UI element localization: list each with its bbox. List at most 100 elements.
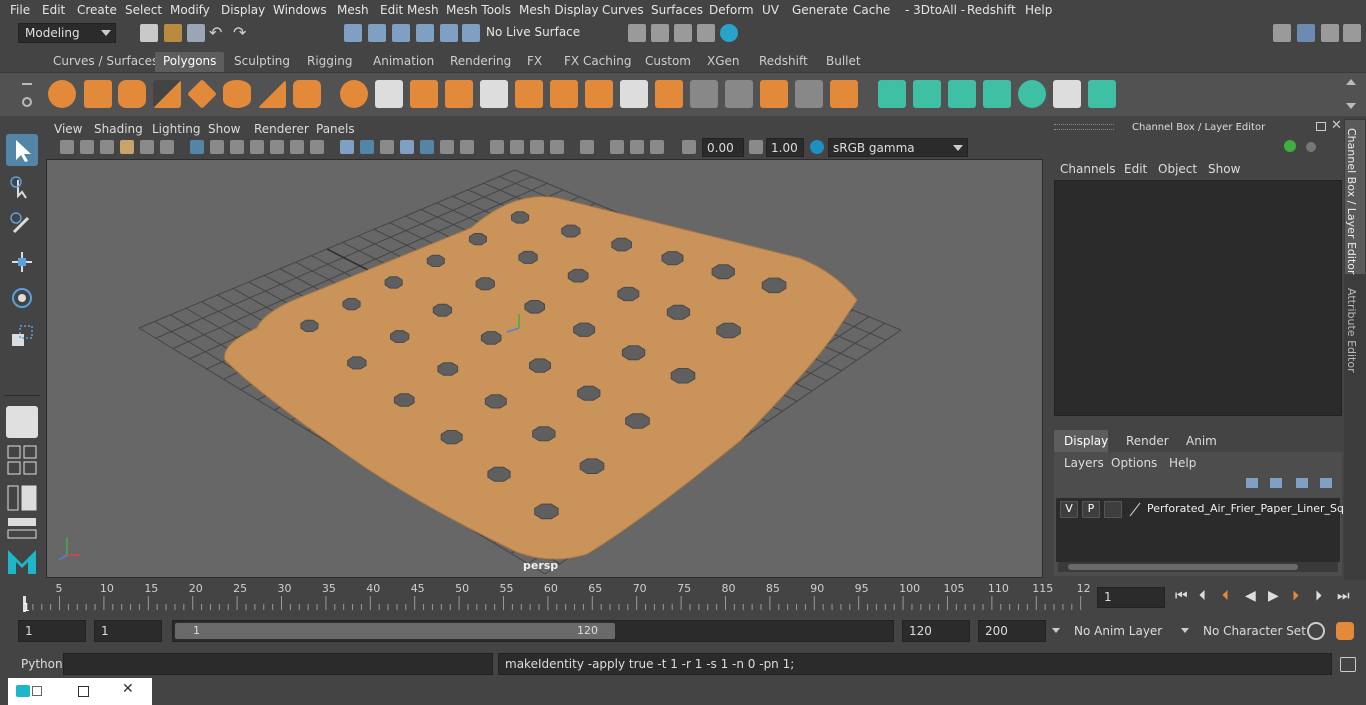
layers-menu[interactable]: Layers — [1064, 456, 1104, 470]
teal-tool-1-icon[interactable] — [878, 80, 906, 108]
object-menu[interactable]: Object — [1158, 162, 1197, 176]
menu-1[interactable]: Edit — [42, 3, 65, 17]
bookmark-icon[interactable] — [100, 140, 114, 154]
poly-cylinder-icon[interactable] — [118, 80, 146, 108]
script-language-label[interactable]: Python — [21, 657, 63, 671]
extrude-icon[interactable] — [480, 80, 508, 108]
options-menu[interactable]: Options — [1111, 456, 1157, 470]
menu-10[interactable]: Mesh Display — [519, 3, 599, 17]
smooth-shade-icon[interactable] — [360, 140, 374, 154]
playback-start-field[interactable]: 1 — [94, 620, 162, 642]
menu-6[interactable]: Windows — [273, 3, 327, 17]
menu-17[interactable]: - 3DtoAll - — [905, 3, 965, 17]
move-layer-down-icon[interactable] — [1270, 478, 1282, 488]
gamma-icon[interactable] — [749, 140, 763, 154]
poly-pyramid-icon[interactable] — [258, 80, 286, 108]
new-layer-selected-icon[interactable] — [1320, 478, 1332, 488]
resolution-gate-icon[interactable] — [230, 140, 244, 154]
ipr-render-icon[interactable] — [674, 24, 692, 42]
time-slider[interactable]: 5 10 15 20 25 30 35 40 45 50 55 60 65 70 75 80 85 90 95 100… — [0, 580, 1366, 616]
teal-tool-3-icon[interactable] — [948, 80, 976, 108]
current-frame-field[interactable]: 1 — [1097, 587, 1165, 608]
poly-cube-icon[interactable] — [84, 80, 112, 108]
scene-end-field[interactable]: 200 — [978, 620, 1046, 642]
float-panel-icon[interactable] — [1316, 122, 1326, 131]
viewport-menu-5[interactable]: Panels — [316, 122, 355, 136]
step-forward-icon[interactable]: ⏵ — [1315, 588, 1322, 604]
xray-joints-icon[interactable] — [630, 140, 644, 154]
maximize-icon[interactable] — [78, 686, 89, 697]
range-slider-handle[interactable]: 1 120 — [175, 623, 615, 639]
select-tool-icon[interactable] — [6, 134, 38, 166]
menu-3[interactable]: Select — [125, 3, 162, 17]
viewport-menu-0[interactable]: View — [54, 122, 82, 136]
axis-icon[interactable] — [1284, 140, 1296, 152]
menu-11[interactable]: Curves — [602, 3, 644, 17]
script-editor-icon[interactable] — [1340, 657, 1356, 672]
lasso-tool-icon[interactable] — [6, 172, 38, 204]
grease-pencil-icon[interactable] — [160, 140, 174, 154]
maya-window-icon[interactable] — [16, 685, 30, 697]
command-input[interactable] — [63, 653, 493, 675]
bridge-icon[interactable] — [515, 80, 543, 108]
camera-attributes-icon[interactable] — [80, 140, 94, 154]
shadows-icon[interactable] — [460, 140, 474, 154]
menu-4[interactable]: Modify — [170, 3, 210, 17]
menu-2[interactable]: Create — [77, 3, 117, 17]
gamma-field[interactable]: 1.00 — [766, 138, 804, 157]
move-tool-icon[interactable] — [6, 246, 38, 278]
playback-toggle[interactable]: P — [1082, 501, 1100, 518]
poly-disc-icon[interactable] — [340, 80, 368, 108]
color-management-icon[interactable] — [810, 140, 824, 154]
menu-16[interactable]: Cache — [853, 3, 890, 17]
workspace-icon[interactable] — [1273, 24, 1291, 42]
tab-anim[interactable]: Anim — [1186, 434, 1217, 448]
xray-icon[interactable] — [610, 140, 624, 154]
scrollbar-thumb[interactable] — [1068, 564, 1298, 570]
menu-13[interactable]: Deform — [709, 3, 754, 17]
layer-name[interactable]: Perforated_Air_Frier_Paper_Liner_Squ — [1147, 502, 1351, 515]
shelf-tab-8[interactable]: Custom — [637, 52, 699, 72]
play-forward-icon[interactable]: ▶ — [1268, 588, 1279, 604]
render-view-icon[interactable] — [628, 24, 646, 42]
visibility-toggle[interactable]: V — [1060, 501, 1078, 518]
next-key-icon[interactable]: ⏵ — [1292, 588, 1299, 604]
paint-select-icon[interactable] — [6, 208, 38, 240]
gate-mask-icon[interactable] — [250, 140, 264, 154]
menu-7[interactable]: Mesh — [337, 3, 369, 17]
menu-12[interactable]: Surfaces — [651, 3, 703, 17]
smooth-icon[interactable] — [445, 80, 473, 108]
viewport-menu-2[interactable]: Lighting — [152, 122, 201, 136]
scale-tool-icon[interactable] — [6, 320, 38, 352]
depth-of-field-icon[interactable] — [550, 140, 564, 154]
default-material-icon[interactable] — [380, 140, 394, 154]
camera-select-icon[interactable] — [60, 140, 74, 154]
menu-5[interactable]: Display — [221, 3, 265, 17]
display-type-toggle[interactable] — [1104, 501, 1122, 518]
shelf-tab-1[interactable]: Polygons — [155, 52, 225, 72]
wireframe-on-shaded-icon[interactable] — [400, 140, 414, 154]
channel-list[interactable] — [1054, 180, 1342, 416]
layer-color-icon[interactable] — [1128, 501, 1142, 518]
snap-view-plane-icon[interactable] — [440, 24, 458, 42]
image-plane-icon[interactable] — [120, 140, 134, 154]
target-weld-icon[interactable] — [655, 80, 683, 108]
viewport-menu-3[interactable]: Show — [208, 122, 240, 136]
poly-pipe-icon[interactable] — [293, 80, 321, 108]
textured-icon[interactable] — [420, 140, 434, 154]
poly-plane-icon[interactable] — [187, 79, 217, 109]
safe-title-icon[interactable] — [310, 140, 324, 154]
color-space-dropdown[interactable]: sRGB gamma — [828, 138, 968, 157]
toggle-channelbox-icon[interactable] — [1343, 24, 1361, 42]
teal-tool-2-icon[interactable] — [913, 80, 941, 108]
multi-cut-icon[interactable] — [550, 80, 578, 108]
layer-scrollbar[interactable] — [1058, 562, 1338, 572]
gear-icon[interactable] — [22, 97, 32, 107]
poly-torus-icon[interactable] — [223, 80, 251, 108]
move-layer-up-icon[interactable] — [1246, 478, 1258, 488]
redo-icon[interactable]: ↷ — [233, 23, 246, 42]
safe-action-icon[interactable] — [290, 140, 304, 154]
menu-15[interactable]: Generate — [792, 3, 848, 17]
single-pane-layout-icon[interactable] — [6, 406, 38, 438]
isolate-select-icon[interactable] — [580, 140, 594, 154]
